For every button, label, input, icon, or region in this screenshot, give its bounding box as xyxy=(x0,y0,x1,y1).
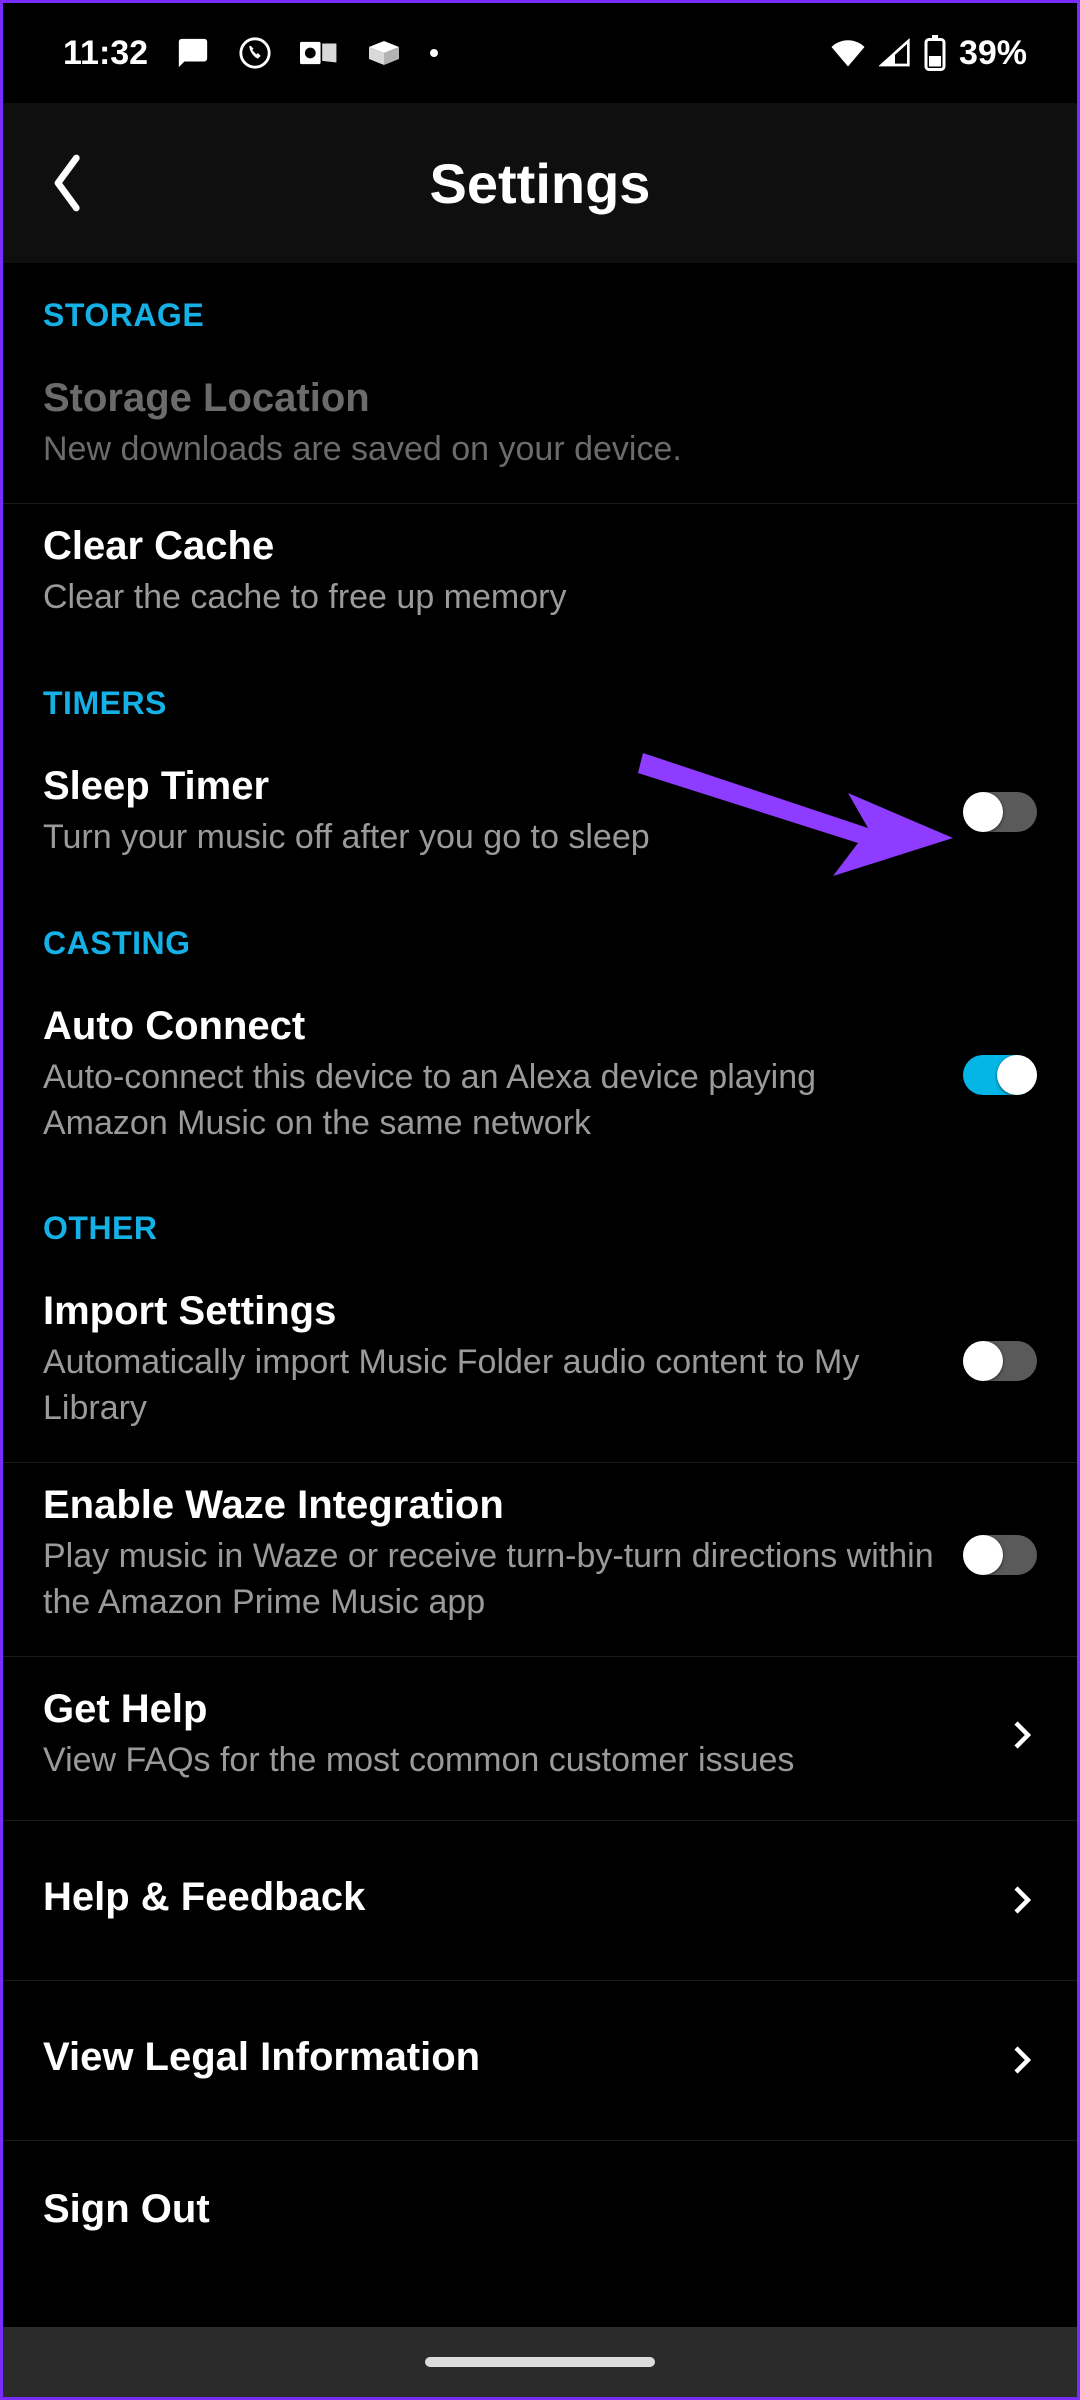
sleep-timer-toggle[interactable] xyxy=(963,792,1037,832)
outlook-icon xyxy=(300,36,338,70)
help-feedback-title: Help & Feedback xyxy=(43,1875,983,1920)
sign-out-title: Sign Out xyxy=(43,2187,1037,2232)
import-settings-subtitle: Automatically import Music Folder audio … xyxy=(43,1340,939,1432)
get-help-subtitle: View FAQs for the most common customer i… xyxy=(43,1738,983,1784)
battery-percentage: 39% xyxy=(959,34,1027,73)
sign-out-row[interactable]: Sign Out xyxy=(3,2141,1077,2298)
status-time: 11:32 xyxy=(63,34,148,73)
chat-icon xyxy=(176,36,210,70)
auto-connect-title: Auto Connect xyxy=(43,1004,939,1049)
status-right: 39% xyxy=(829,34,1027,73)
sleep-timer-title: Sleep Timer xyxy=(43,764,939,809)
chevron-right-icon xyxy=(1007,1880,1037,1920)
auto-connect-toggle[interactable] xyxy=(963,1055,1037,1095)
enable-waze-title: Enable Waze Integration xyxy=(43,1483,939,1528)
box-icon xyxy=(366,38,402,68)
storage-location-row: Storage Location New downloads are saved… xyxy=(3,356,1077,504)
page-title: Settings xyxy=(3,151,1077,216)
status-bar: 11:32 39% xyxy=(3,3,1077,103)
whatsapp-icon xyxy=(238,36,272,70)
signal-icon xyxy=(879,38,911,68)
nav-handle[interactable] xyxy=(425,2357,655,2367)
chevron-right-icon xyxy=(1007,2040,1037,2080)
battery-icon xyxy=(923,35,947,71)
storage-location-subtitle: New downloads are saved on your device. xyxy=(43,427,1037,473)
get-help-title: Get Help xyxy=(43,1687,983,1732)
nav-handle-area xyxy=(3,2327,1077,2397)
clear-cache-title: Clear Cache xyxy=(43,524,1037,569)
status-left: 11:32 xyxy=(63,34,438,73)
import-settings-title: Import Settings xyxy=(43,1289,939,1334)
enable-waze-toggle[interactable] xyxy=(963,1535,1037,1575)
sleep-timer-subtitle: Turn your music off after you go to slee… xyxy=(43,815,939,861)
help-feedback-row[interactable]: Help & Feedback xyxy=(3,1821,1077,1981)
more-notifications-dot xyxy=(430,49,438,57)
enable-waze-row[interactable]: Enable Waze Integration Play music in Wa… xyxy=(3,1463,1077,1657)
legal-title: View Legal Information xyxy=(43,2035,983,2080)
clear-cache-row[interactable]: Clear Cache Clear the cache to free up m… xyxy=(3,504,1077,651)
sleep-timer-row[interactable]: Sleep Timer Turn your music off after yo… xyxy=(3,744,1077,891)
import-settings-toggle[interactable] xyxy=(963,1341,1037,1381)
legal-row[interactable]: View Legal Information xyxy=(3,1981,1077,2141)
enable-waze-subtitle: Play music in Waze or receive turn-by-tu… xyxy=(43,1534,939,1626)
chevron-right-icon xyxy=(1007,1715,1037,1755)
wifi-icon xyxy=(829,38,867,68)
section-header-storage: STORAGE xyxy=(3,263,1077,356)
section-header-timers: TIMERS xyxy=(3,651,1077,744)
app-header: Settings xyxy=(3,103,1077,263)
section-header-other: OTHER xyxy=(3,1176,1077,1269)
section-header-casting: CASTING xyxy=(3,891,1077,984)
get-help-row[interactable]: Get Help View FAQs for the most common c… xyxy=(3,1657,1077,1821)
storage-location-title: Storage Location xyxy=(43,376,1037,421)
auto-connect-subtitle: Auto-connect this device to an Alexa dev… xyxy=(43,1055,939,1147)
clear-cache-subtitle: Clear the cache to free up memory xyxy=(43,575,1037,621)
auto-connect-row[interactable]: Auto Connect Auto-connect this device to… xyxy=(3,984,1077,1177)
import-settings-row[interactable]: Import Settings Automatically import Mus… xyxy=(3,1269,1077,1463)
